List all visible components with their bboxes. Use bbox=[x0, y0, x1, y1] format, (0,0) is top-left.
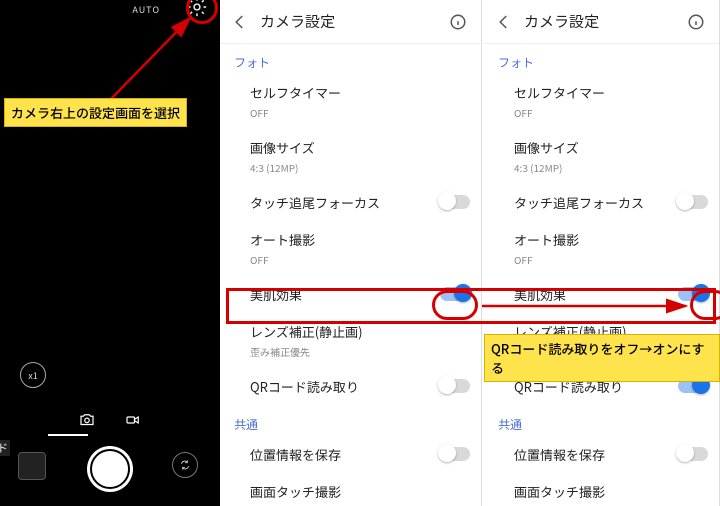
row-beauty[interactable]: 美肌効果 bbox=[220, 277, 482, 314]
info-button[interactable] bbox=[444, 8, 472, 36]
toggle-beauty[interactable] bbox=[440, 287, 470, 301]
section-photo-header: フォト bbox=[484, 44, 720, 75]
row-self-timer[interactable]: セルフタイマー OFF bbox=[220, 75, 482, 130]
toggle-geo[interactable] bbox=[440, 447, 470, 461]
row-touch-capture[interactable]: 画面タッチ撮影 OFF bbox=[484, 474, 720, 506]
label: オート撮影 bbox=[514, 230, 706, 249]
row-self-timer[interactable]: セルフタイマー OFF bbox=[484, 75, 720, 130]
shutter-row bbox=[0, 440, 220, 498]
settings-header: カメラ設定 bbox=[484, 0, 720, 44]
label: 画像サイズ bbox=[250, 138, 468, 157]
row-image-size[interactable]: 画像サイズ 4:3 (12MP) bbox=[484, 130, 720, 185]
section-common-header: 共通 bbox=[484, 406, 720, 437]
back-button[interactable] bbox=[490, 8, 518, 36]
back-button[interactable] bbox=[226, 8, 254, 36]
settings-title: カメラ設定 bbox=[260, 11, 444, 32]
sublabel: OFF bbox=[514, 105, 706, 120]
camera-settings-button[interactable] bbox=[186, 0, 216, 26]
annotation-callout-top: カメラ右上の設定画面を選択 bbox=[4, 98, 187, 127]
row-touch-capture[interactable]: 画面タッチ撮影 OFF bbox=[220, 474, 482, 506]
settings-title: カメラ設定 bbox=[524, 11, 682, 32]
sublabel: OFF bbox=[250, 252, 468, 267]
left-edge-mode-char: ド bbox=[0, 440, 10, 456]
info-icon bbox=[687, 13, 705, 31]
row-beauty[interactable]: 美肌効果 bbox=[484, 277, 720, 314]
row-geo[interactable]: 位置情報を保存 bbox=[484, 437, 720, 474]
video-tab-icon[interactable] bbox=[124, 410, 142, 434]
switch-camera-icon bbox=[178, 458, 192, 472]
gear-icon bbox=[186, 0, 208, 18]
camera-top-bar: AUTO bbox=[0, 0, 220, 22]
label: タッチ追尾フォーカス bbox=[250, 193, 468, 212]
active-tab-underline bbox=[48, 434, 88, 436]
label: セルフタイマー bbox=[250, 83, 468, 102]
label: オート撮影 bbox=[250, 230, 468, 249]
label: 位置情報を保存 bbox=[250, 445, 468, 464]
row-image-size[interactable]: 画像サイズ 4:3 (12MP) bbox=[220, 130, 482, 185]
toggle-touch-focus[interactable] bbox=[440, 195, 470, 209]
row-geo[interactable]: 位置情報を保存 bbox=[220, 437, 482, 474]
shutter-button[interactable] bbox=[87, 446, 133, 492]
sublabel: 歪み補正優先 bbox=[250, 344, 468, 359]
sublabel: 4:3 (12MP) bbox=[250, 160, 468, 175]
label: QRコード読み取り bbox=[250, 377, 468, 396]
row-touch-focus[interactable]: タッチ追尾フォーカス bbox=[484, 185, 720, 222]
label: 画面タッチ撮影 bbox=[250, 482, 468, 501]
settings-panel-before: カメラ設定 フォト セルフタイマー OFF 画像サイズ 4:3 (12MP) タ… bbox=[220, 0, 482, 506]
toggle-qr-before[interactable] bbox=[440, 379, 470, 393]
annotation-callout-bottom: QRコード読み取りをオフ→オンにする bbox=[484, 334, 720, 382]
label: セルフタイマー bbox=[514, 83, 706, 102]
sublabel: 4:3 (12MP) bbox=[514, 160, 706, 175]
switch-camera-button[interactable] bbox=[172, 452, 198, 478]
label: 画面タッチ撮影 bbox=[514, 482, 706, 501]
section-common-header: 共通 bbox=[220, 406, 482, 437]
arrow-left-icon bbox=[495, 13, 513, 31]
photo-tab-icon[interactable] bbox=[78, 410, 96, 434]
toggle-beauty[interactable] bbox=[678, 287, 708, 301]
section-photo-header: フォト bbox=[220, 44, 482, 75]
label: 画像サイズ bbox=[514, 138, 706, 157]
camera-mode-tabs bbox=[0, 408, 220, 436]
gallery-thumbnail[interactable] bbox=[18, 452, 46, 480]
zoom-indicator[interactable]: x1 bbox=[20, 362, 46, 388]
label: 美肌効果 bbox=[250, 285, 468, 304]
sublabel: OFF bbox=[250, 105, 468, 120]
info-icon bbox=[449, 13, 467, 31]
camera-viewfinder: AUTO x1 ド bbox=[0, 0, 220, 506]
arrow-left-icon bbox=[231, 13, 249, 31]
label: レンズ補正(静止画) bbox=[250, 322, 468, 341]
sublabel: OFF bbox=[514, 252, 706, 267]
info-button[interactable] bbox=[682, 8, 710, 36]
row-touch-focus[interactable]: タッチ追尾フォーカス bbox=[220, 185, 482, 222]
camera-mode-auto: AUTO bbox=[132, 3, 160, 16]
row-auto-shoot[interactable]: オート撮影 OFF bbox=[220, 222, 482, 277]
row-lens-correction[interactable]: レンズ補正(静止画) 歪み補正優先 bbox=[220, 314, 482, 369]
toggle-touch-focus[interactable] bbox=[678, 195, 708, 209]
row-qr-read[interactable]: QRコード読み取り bbox=[220, 369, 482, 406]
row-auto-shoot[interactable]: オート撮影 OFF bbox=[484, 222, 720, 277]
settings-panel-after: カメラ設定 フォト セルフタイマー OFF 画像サイズ 4:3 (12MP) タ… bbox=[484, 0, 720, 506]
toggle-geo[interactable] bbox=[678, 447, 708, 461]
settings-header: カメラ設定 bbox=[220, 0, 482, 44]
